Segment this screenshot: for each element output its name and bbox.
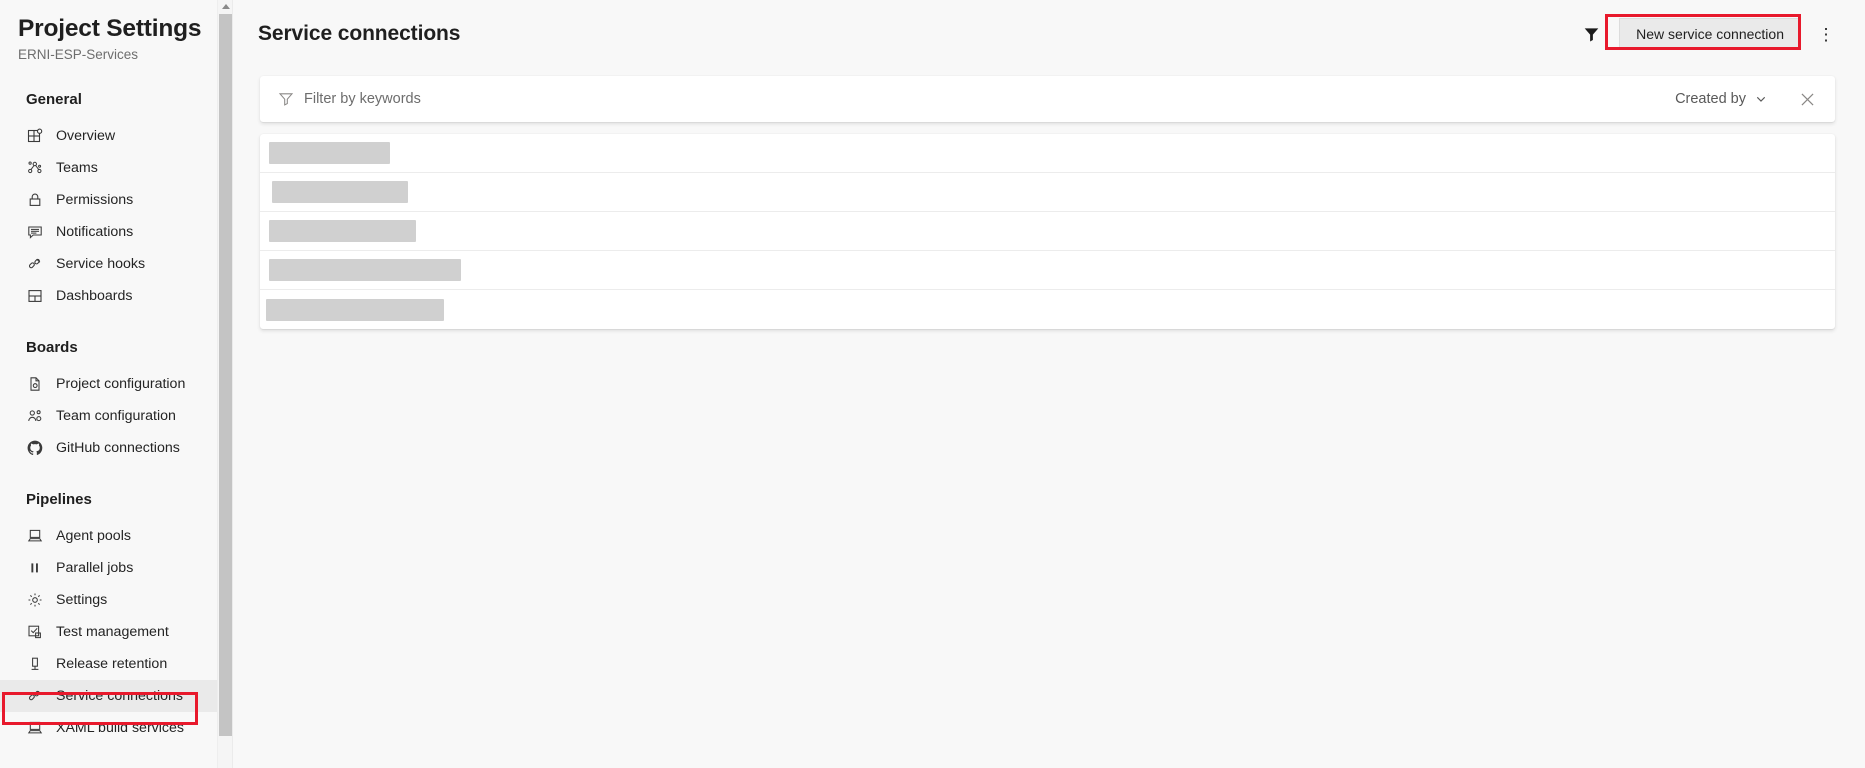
sidebar-item-permissions[interactable]: Permissions	[0, 184, 217, 216]
sidebar-group-pipelines-label: Pipelines	[26, 491, 92, 508]
test-management-icon	[26, 624, 43, 641]
filter-input-wrap	[274, 84, 1668, 114]
sidebar-item-parallel-jobs[interactable]: Parallel jobs	[0, 552, 217, 584]
filter-bar: Created by	[260, 76, 1835, 122]
sidebar-item-github-connections[interactable]: GitHub connections	[0, 432, 217, 464]
parallel-jobs-icon	[26, 560, 43, 577]
main-content: Service connections New service connecti…	[233, 0, 1865, 768]
lock-icon	[26, 192, 43, 209]
new-service-connection-button[interactable]: New service connection	[1619, 18, 1801, 50]
notification-icon	[26, 224, 43, 241]
sidebar-item-settings[interactable]: Settings	[0, 584, 217, 616]
skeleton-placeholder	[272, 181, 408, 203]
sidebar-item-dashboards[interactable]: Dashboards	[0, 280, 217, 312]
sidebar-item-overview[interactable]: Overview	[0, 120, 217, 152]
table-row[interactable]	[260, 212, 1835, 251]
service-hooks-icon	[26, 256, 43, 273]
sidebar-item-label: Overview	[56, 128, 116, 144]
agent-pool-icon	[26, 528, 43, 545]
sidebar-item-label: Project configuration	[56, 376, 186, 392]
sidebar-item-label: XAML build services	[56, 720, 184, 736]
sidebar-item-label: Notifications	[56, 224, 134, 240]
sidebar-item-agent-pools[interactable]: Agent pools	[0, 520, 217, 552]
sidebar-header: Project Settings ERNI-ESP-Services	[0, 0, 217, 64]
project-name-label: ERNI-ESP-Services	[18, 47, 139, 62]
sidebar-group-general-label: General	[26, 91, 82, 108]
sidebar-scroll-region: Project Settings ERNI-ESP-Services Gener…	[0, 0, 217, 768]
sidebar-item-team-configuration[interactable]: Team configuration	[0, 400, 217, 432]
page-title: Service connections	[258, 22, 461, 45]
page-title-project-settings: Project Settings	[18, 15, 202, 42]
overview-icon	[26, 128, 43, 145]
sidebar-item-label: Dashboards	[56, 288, 133, 304]
chevron-down-icon	[1755, 93, 1767, 105]
search-input[interactable]	[304, 84, 1668, 114]
skeleton-placeholder	[269, 259, 461, 281]
skeleton-placeholder	[269, 220, 416, 242]
table-row[interactable]	[260, 173, 1835, 212]
github-icon	[26, 440, 43, 457]
filter-funnel-outline-icon	[278, 91, 294, 107]
created-by-label: Created by	[1675, 91, 1746, 107]
service-connections-list	[260, 134, 1835, 329]
sidebar-item-xaml-build-services[interactable]: XAML build services	[0, 712, 217, 744]
filter-funnel-icon[interactable]	[1574, 17, 1608, 51]
sidebar-group-boards-label: Boards	[26, 339, 78, 356]
more-options-button[interactable]: ⋮	[1811, 18, 1841, 50]
gear-icon	[26, 592, 43, 609]
scrollbar-thumb[interactable]	[219, 14, 232, 736]
sidebar-scrollbar[interactable]	[217, 0, 232, 768]
xaml-build-icon	[26, 720, 43, 737]
table-row[interactable]	[260, 290, 1835, 329]
dashboards-icon	[26, 288, 43, 305]
sidebar-group-general: Overview Teams Permissions Notifications…	[0, 120, 217, 312]
sidebar-item-test-management[interactable]: Test management	[0, 616, 217, 648]
sidebar-item-service-hooks[interactable]: Service hooks	[0, 248, 217, 280]
skeleton-placeholder	[269, 142, 390, 164]
release-retention-icon	[26, 656, 43, 673]
sidebar-item-service-connections[interactable]: Service connections	[0, 680, 217, 712]
close-icon[interactable]	[1793, 85, 1821, 113]
teams-icon	[26, 160, 43, 177]
service-connections-icon	[26, 688, 43, 705]
sidebar-group-pipelines: Agent pools Parallel jobs Settings Test …	[0, 520, 217, 744]
sidebar-item-notifications[interactable]: Notifications	[0, 216, 217, 248]
sidebar-item-label: GitHub connections	[56, 440, 180, 456]
header-actions: New service connection ⋮	[1574, 17, 1841, 51]
skeleton-placeholder	[266, 298, 444, 321]
table-row[interactable]	[260, 251, 1835, 290]
sidebar-item-project-configuration[interactable]: Project configuration	[0, 368, 217, 400]
sidebar-item-teams[interactable]: Teams	[0, 152, 217, 184]
sidebar-item-label: Parallel jobs	[56, 560, 134, 576]
project-settings-sidebar: Project Settings ERNI-ESP-Services Gener…	[0, 0, 233, 768]
sidebar-item-label: Teams	[56, 160, 98, 176]
content-header: Service connections New service connecti…	[233, 0, 1865, 68]
sidebar-item-label: Release retention	[56, 656, 168, 672]
app-root: Project Settings ERNI-ESP-Services Gener…	[0, 0, 1865, 768]
sidebar-item-label: Permissions	[56, 192, 134, 208]
sidebar-item-label: Agent pools	[56, 528, 131, 544]
scroll-up-arrow-icon[interactable]	[218, 0, 233, 12]
table-row[interactable]	[260, 134, 1835, 173]
sidebar-item-label: Service hooks	[56, 256, 146, 272]
document-config-icon	[26, 376, 43, 393]
sidebar-group-boards: Project configuration Team configuration	[0, 368, 217, 464]
sidebar-item-label: Service connections	[56, 688, 183, 704]
sidebar-item-label: Test management	[56, 624, 169, 640]
team-config-icon	[26, 408, 43, 425]
sidebar-item-label: Settings	[56, 592, 108, 608]
sidebar-item-label: Team configuration	[56, 408, 176, 424]
sidebar-item-release-retention[interactable]: Release retention	[0, 648, 217, 680]
created-by-dropdown[interactable]: Created by	[1667, 86, 1775, 112]
